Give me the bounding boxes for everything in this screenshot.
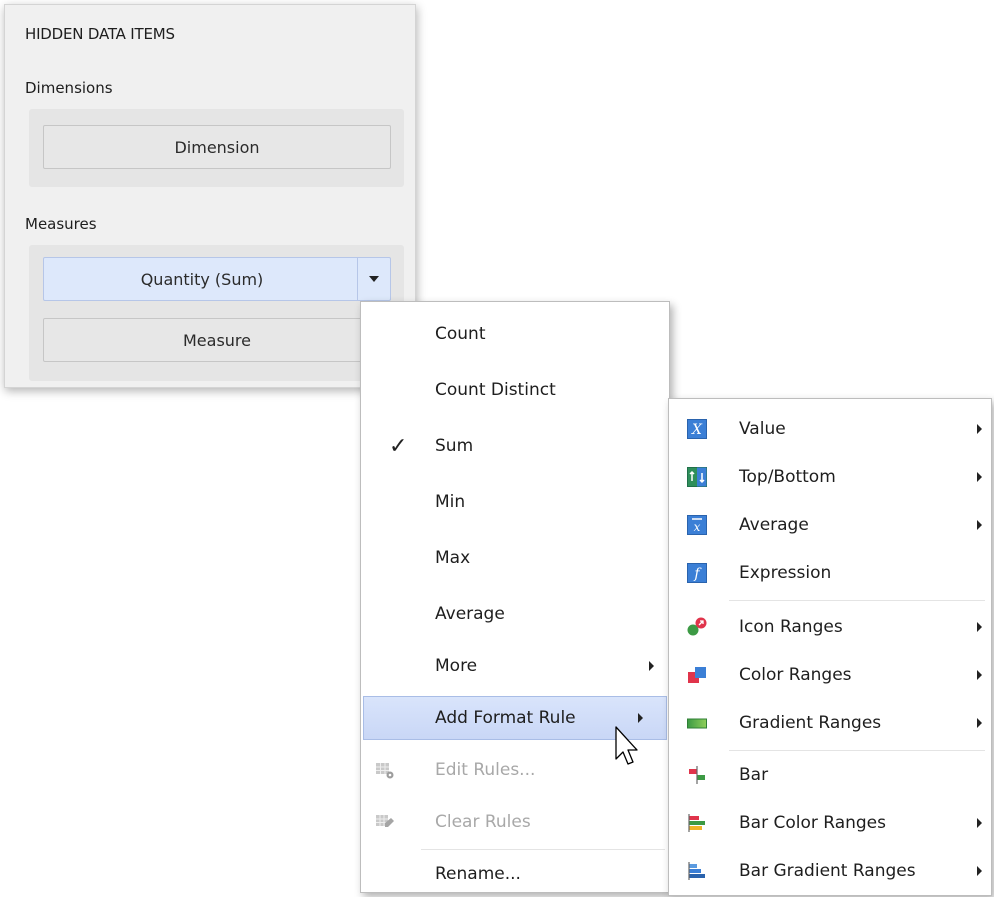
submenu-arrow-icon xyxy=(977,622,982,632)
submenu-item-icon-ranges[interactable]: Icon Ranges xyxy=(671,605,989,649)
submenu-item-bar-color-ranges[interactable]: Bar Color Ranges xyxy=(671,801,989,845)
top-bottom-icon xyxy=(687,467,707,487)
average-icon: x xyxy=(687,515,707,535)
submenu-item-label: Bar Color Ranges xyxy=(739,813,886,833)
submenu-item-label: Color Ranges xyxy=(739,665,852,685)
dropdown-button[interactable] xyxy=(357,258,390,300)
icon-ranges-icon xyxy=(687,617,707,636)
hidden-data-items-panel: HIDDEN DATA ITEMS Dimensions Dimension M… xyxy=(4,4,416,388)
submenu-item-label: Top/Bottom xyxy=(739,467,836,487)
submenu-item-label: Bar xyxy=(739,765,769,785)
submenu-item-bar[interactable]: Bar xyxy=(671,753,989,797)
measures-label: Measures xyxy=(25,215,97,233)
submenu-arrow-icon xyxy=(638,713,643,723)
format-rule-submenu: X Value Top/Bottom x Average f Expressio… xyxy=(668,398,992,896)
submenu-arrow-icon xyxy=(977,520,982,530)
menu-item-label: Max xyxy=(435,548,471,568)
chevron-down-icon xyxy=(369,276,379,282)
submenu-arrow-icon xyxy=(977,866,982,876)
submenu-item-average[interactable]: x Average xyxy=(671,503,989,547)
expression-icon: f xyxy=(687,563,707,583)
submenu-item-top-bottom[interactable]: Top/Bottom xyxy=(671,455,989,499)
submenu-arrow-icon xyxy=(977,718,982,728)
submenu-item-label: Average xyxy=(739,515,809,535)
submenu-item-label: Icon Ranges xyxy=(739,617,843,637)
submenu-arrow-icon xyxy=(977,818,982,828)
menu-item-max[interactable]: Max xyxy=(363,536,667,580)
submenu-arrow-icon xyxy=(649,661,654,671)
svg-text:X: X xyxy=(691,422,703,438)
submenu-item-color-ranges[interactable]: Color Ranges xyxy=(671,653,989,697)
dimension-button[interactable]: Dimension xyxy=(43,125,391,169)
menu-item-more[interactable]: More xyxy=(363,644,667,688)
submenu-separator xyxy=(729,600,985,601)
menu-separator xyxy=(421,849,665,850)
menu-item-rename[interactable]: Rename... xyxy=(363,852,667,896)
submenu-item-gradient-ranges[interactable]: Gradient Ranges xyxy=(671,701,989,745)
edit-rules-icon xyxy=(376,763,394,779)
menu-item-label: Count Distinct xyxy=(435,380,556,400)
mouse-cursor-icon xyxy=(615,726,638,765)
menu-item-min[interactable]: Min xyxy=(363,480,667,524)
menu-item-count[interactable]: Count xyxy=(363,312,667,356)
menu-item-label: Count xyxy=(435,324,486,344)
submenu-separator xyxy=(729,750,985,751)
value-icon: X xyxy=(687,419,707,439)
measures-well: Quantity (Sum) Measure xyxy=(29,245,404,381)
submenu-item-expression[interactable]: f Expression xyxy=(671,551,989,595)
menu-item-count-distinct[interactable]: Count Distinct xyxy=(363,368,667,412)
gradient-ranges-icon xyxy=(687,718,707,729)
menu-item-label: Min xyxy=(435,492,466,512)
clear-rules-icon xyxy=(376,815,394,827)
bar-color-ranges-icon xyxy=(688,814,705,832)
submenu-item-label: Value xyxy=(739,419,786,439)
color-ranges-icon xyxy=(688,667,706,683)
menu-item-sum[interactable]: ✓ Sum xyxy=(363,424,667,468)
checkmark-icon: ✓ xyxy=(389,433,408,459)
menu-item-average[interactable]: Average xyxy=(363,592,667,636)
submenu-item-label: Bar Gradient Ranges xyxy=(739,861,916,881)
measure-button[interactable]: Measure xyxy=(43,318,391,362)
menu-item-label: Rename... xyxy=(435,864,521,884)
submenu-item-bar-gradient-ranges[interactable]: Bar Gradient Ranges xyxy=(671,849,989,893)
quantity-sum-button[interactable]: Quantity (Sum) xyxy=(43,257,391,301)
panel-title: HIDDEN DATA ITEMS xyxy=(25,25,175,43)
dimensions-well: Dimension xyxy=(29,109,404,187)
menu-item-clear-rules[interactable]: Clear Rules xyxy=(363,800,667,844)
submenu-arrow-icon xyxy=(977,670,982,680)
context-menu: Count Count Distinct ✓ Sum Min Max Avera… xyxy=(360,301,670,893)
menu-item-label: Sum xyxy=(435,436,474,456)
submenu-arrow-icon xyxy=(977,472,982,482)
submenu-item-value[interactable]: X Value xyxy=(671,407,989,451)
submenu-arrow-icon xyxy=(977,424,982,434)
menu-item-label: Average xyxy=(435,604,505,624)
submenu-item-label: Gradient Ranges xyxy=(739,713,882,733)
quantity-sum-label: Quantity (Sum) xyxy=(140,269,264,289)
menu-item-label: Clear Rules xyxy=(435,812,531,832)
menu-item-label: Edit Rules... xyxy=(435,760,536,780)
submenu-item-label: Expression xyxy=(739,563,832,583)
dimensions-label: Dimensions xyxy=(25,79,113,97)
bar-icon xyxy=(689,766,705,784)
bar-gradient-ranges-icon xyxy=(688,862,705,880)
menu-item-label: More xyxy=(435,656,478,676)
menu-item-label: Add Format Rule xyxy=(435,708,576,728)
svg-text:x: x xyxy=(694,520,701,534)
